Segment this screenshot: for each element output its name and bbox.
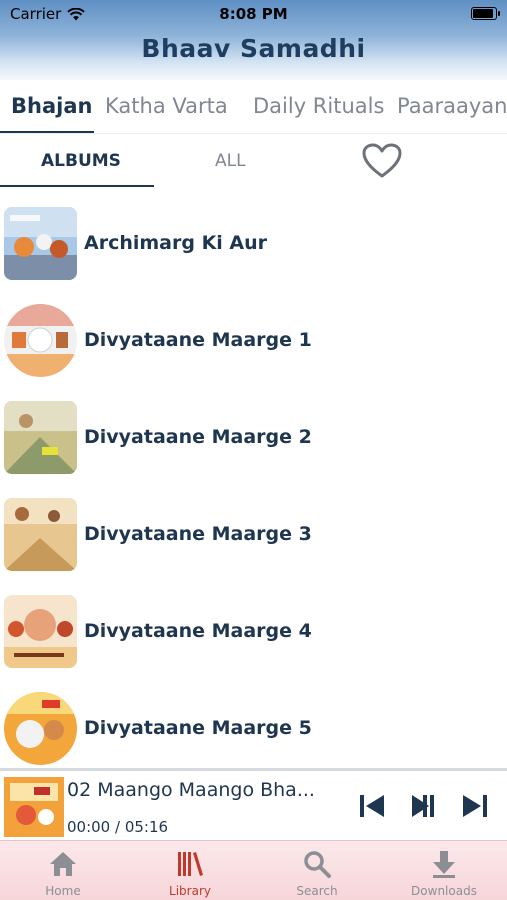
album-cover [4, 595, 77, 668]
nav-home[interactable]: Home [0, 841, 126, 900]
album-title: Divyataane Maarge 5 [84, 717, 312, 739]
nav-label: Downloads [411, 884, 477, 898]
active-subtab-indicator [0, 185, 154, 187]
nav-downloads[interactable]: Downloads [381, 841, 507, 900]
list-item[interactable]: Divyataane Maarge 2 [0, 390, 507, 486]
list-item[interactable]: Divyataane Maarge 1 [0, 293, 507, 389]
bottom-navigation: Home Library Search Downloads [0, 840, 507, 900]
tab-paaraayan[interactable]: Paaraayan [397, 94, 507, 118]
home-icon [50, 852, 76, 876]
now-playing-title: 02 Maango Maango Bha... [67, 779, 315, 801]
skip-previous-icon[interactable] [357, 791, 387, 821]
mini-player[interactable]: 02 Maango Maango Bha... 00:00 / 05:16 [0, 768, 507, 840]
nav-label: Search [296, 884, 338, 898]
album-cover [4, 692, 77, 765]
skip-next-icon[interactable] [460, 791, 490, 821]
nav-label: Library [169, 884, 211, 898]
nav-label: Home [45, 884, 81, 898]
album-cover [4, 207, 77, 280]
active-tab-indicator [0, 131, 94, 133]
tab-daily-rituals[interactable]: Daily Rituals [253, 94, 384, 118]
list-item[interactable]: Divyataane Maarge 3 [0, 487, 507, 583]
now-playing-cover [4, 777, 64, 837]
search-icon [304, 851, 331, 878]
nav-library[interactable]: Library [127, 841, 253, 900]
album-title: Divyataane Maarge 3 [84, 523, 312, 545]
status-time: 8:08 PM [219, 5, 288, 23]
list-item[interactable]: Archimarg Ki Aur [0, 196, 507, 292]
tab-bhajan[interactable]: Bhajan [11, 94, 92, 118]
download-icon [433, 851, 455, 878]
heart-icon[interactable] [362, 143, 402, 179]
album-title: Divyataane Maarge 4 [84, 620, 312, 642]
list-item[interactable]: Divyataane Maarge 5 [0, 681, 507, 777]
view-tabs: ALBUMS ALL [0, 134, 507, 188]
tab-katha-varta[interactable]: Katha Varta [105, 94, 228, 118]
album-title: Divyataane Maarge 2 [84, 426, 312, 448]
page-title: Bhaav Samadhi [141, 34, 366, 63]
album-cover [4, 401, 77, 474]
album-cover [4, 304, 77, 377]
tab-all[interactable]: ALL [215, 151, 246, 171]
battery-icon [471, 7, 500, 20]
album-cover [4, 498, 77, 571]
app-header: Carrier 8:08 PM Bhaav Samadhi [0, 0, 507, 80]
playback-time: 00:00 / 05:16 [67, 818, 169, 836]
tab-albums[interactable]: ALBUMS [41, 151, 121, 171]
library-icon [178, 852, 203, 876]
category-tabs: Bhajan Katha Varta Daily Rituals Paaraay… [0, 80, 507, 134]
list-item[interactable]: Divyataane Maarge 4 [0, 584, 507, 680]
nav-search[interactable]: Search [254, 841, 380, 900]
album-title: Divyataane Maarge 1 [84, 329, 312, 351]
album-title: Archimarg Ki Aur [84, 232, 268, 254]
play-pause-icon[interactable] [409, 791, 439, 821]
status-bar: Carrier 8:08 PM [0, 0, 507, 28]
